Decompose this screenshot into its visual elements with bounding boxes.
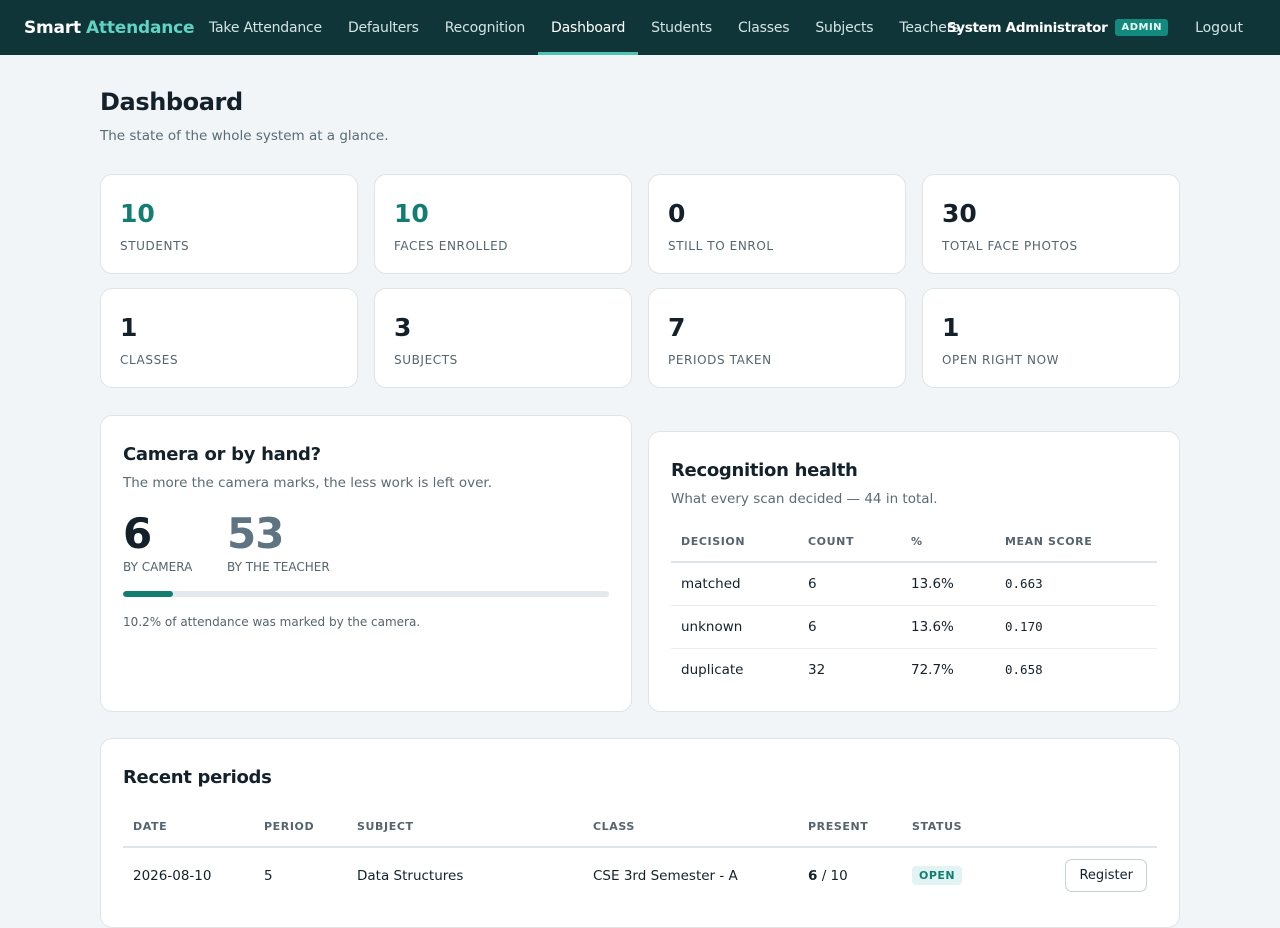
teacher-count: 53 bbox=[227, 509, 284, 558]
nav-dashboard[interactable]: Dashboard bbox=[538, 0, 639, 55]
date-cell: 2026-08-10 bbox=[133, 867, 212, 884]
column-header: CLASS bbox=[583, 807, 798, 848]
action-cell: Register bbox=[1052, 847, 1157, 903]
progress-note: 10.2% of attendance was marked by the ca… bbox=[123, 615, 421, 629]
decision-cell: duplicate bbox=[681, 661, 744, 678]
user-area: System Administrator ADMIN Logout bbox=[947, 0, 1243, 55]
stat-value: 0 bbox=[668, 199, 686, 228]
camera-progress-fill bbox=[123, 591, 173, 597]
stat-label: CLASSES bbox=[120, 353, 179, 367]
nav-subjects[interactable]: Subjects bbox=[802, 0, 886, 55]
nav-defaulters[interactable]: Defaulters bbox=[335, 0, 432, 55]
user-name: System Administrator bbox=[946, 19, 1108, 36]
stat-label: SUBJECTS bbox=[394, 353, 458, 367]
count-cell: 6 bbox=[798, 605, 901, 649]
column-header: DECISION bbox=[671, 522, 798, 563]
stat-card-subjects: 3 SUBJECTS bbox=[374, 288, 632, 388]
stat-label: FACES ENROLLED bbox=[394, 239, 509, 253]
stat-label: STILL TO ENROL bbox=[668, 239, 774, 253]
nav-recognition[interactable]: Recognition bbox=[432, 0, 538, 55]
role-badge: ADMIN bbox=[1115, 19, 1169, 36]
panel-title: Camera or by hand? bbox=[123, 444, 321, 465]
column-header: PERIOD bbox=[254, 807, 347, 848]
table-header-row: DATE PERIOD SUBJECT CLASS PRESENT STATUS bbox=[123, 807, 1157, 848]
table-row: matched 6 13.6% 0.663 bbox=[671, 562, 1157, 606]
stat-label: TOTAL FACE PHOTOS bbox=[942, 239, 1078, 253]
top-navbar: Smart Attendance Take Attendance Default… bbox=[0, 0, 1280, 55]
stat-card-total-face-photos: 30 TOTAL FACE PHOTOS bbox=[922, 174, 1180, 274]
panel-title: Recognition health bbox=[671, 460, 858, 481]
score-cell: 0.170 bbox=[995, 605, 1157, 649]
column-header-action bbox=[1052, 807, 1157, 848]
camera-count: 6 bbox=[123, 509, 152, 558]
count-cell: 6 bbox=[798, 562, 901, 606]
panel-title: Recent periods bbox=[123, 767, 272, 788]
stat-value: 10 bbox=[120, 199, 155, 228]
stat-value: 1 bbox=[942, 313, 960, 342]
column-header: PRESENT bbox=[798, 807, 902, 848]
decision-cell: unknown bbox=[671, 605, 798, 649]
table-row: unknown 6 13.6% 0.170 bbox=[671, 605, 1157, 649]
stat-card-periods-taken: 7 PERIODS TAKEN bbox=[648, 288, 906, 388]
stat-value: 10 bbox=[394, 199, 429, 228]
page-subtitle: The state of the whole system at a glanc… bbox=[100, 128, 389, 144]
column-header: COUNT bbox=[798, 522, 901, 563]
stat-card-classes: 1 CLASSES bbox=[100, 288, 358, 388]
percent-cell: 72.7% bbox=[911, 661, 954, 678]
column-header: STATUS bbox=[902, 807, 1052, 848]
nav-students[interactable]: Students bbox=[638, 0, 725, 55]
brand-name: Smart bbox=[24, 17, 81, 38]
stat-value: 1 bbox=[120, 313, 138, 342]
brand-logo[interactable]: Smart Attendance bbox=[24, 0, 195, 55]
stat-label: OPEN RIGHT NOW bbox=[942, 353, 1060, 367]
camera-vs-hand-panel: Camera or by hand? The more the camera m… bbox=[100, 415, 632, 712]
stat-value: 3 bbox=[394, 313, 412, 342]
stat-label: PERIODS TAKEN bbox=[668, 353, 772, 367]
percent-cell: 13.6% bbox=[901, 562, 995, 606]
stat-card-still-to-enrol: 0 STILL TO ENROL bbox=[648, 174, 906, 274]
subject-cell: Data Structures bbox=[357, 867, 464, 884]
score-cell: 0.663 bbox=[995, 562, 1157, 606]
status-cell: OPEN bbox=[902, 847, 1052, 903]
camera-progress-bar bbox=[123, 591, 609, 597]
logout-link[interactable]: Logout bbox=[1195, 20, 1243, 36]
teacher-label: BY THE TEACHER bbox=[227, 560, 330, 574]
nav-links: Take Attendance Defaulters Recognition D… bbox=[196, 0, 972, 55]
recent-periods-table: DATE PERIOD SUBJECT CLASS PRESENT STATUS… bbox=[123, 807, 1157, 903]
table-row: 2026-08-10 5 Data Structures CSE 3rd Sem… bbox=[123, 847, 1157, 903]
table-header-row: DECISION COUNT % MEAN SCORE bbox=[671, 522, 1157, 563]
column-header: % bbox=[901, 522, 995, 563]
class-cell: CSE 3rd Semester - A bbox=[593, 867, 738, 884]
present-total: / 10 bbox=[821, 867, 848, 884]
period-cell: 5 bbox=[264, 867, 273, 884]
stat-label: STUDENTS bbox=[120, 239, 190, 253]
panel-subtitle: What every scan decided — 44 in total. bbox=[671, 491, 938, 507]
recognition-table: DECISION COUNT % MEAN SCORE matched 6 13… bbox=[671, 522, 1157, 691]
stat-value: 7 bbox=[668, 313, 686, 342]
register-button[interactable]: Register bbox=[1065, 859, 1147, 892]
stat-card-students: 10 STUDENTS bbox=[100, 174, 358, 274]
stat-card-open-right-now: 1 OPEN RIGHT NOW bbox=[922, 288, 1180, 388]
brand-accent: Attendance bbox=[85, 17, 195, 38]
table-row: duplicate 32 72.7% 0.658 bbox=[671, 648, 1157, 691]
panel-subtitle: The more the camera marks, the less work… bbox=[123, 475, 492, 491]
decision-cell: matched bbox=[671, 562, 798, 606]
present-count: 6 bbox=[808, 867, 818, 884]
nav-take-attendance[interactable]: Take Attendance bbox=[196, 0, 335, 55]
column-header: SUBJECT bbox=[347, 807, 583, 848]
status-badge: OPEN bbox=[912, 866, 963, 885]
percent-cell: 13.6% bbox=[901, 605, 995, 649]
present-cell: 6 / 10 bbox=[798, 847, 902, 903]
stat-value: 30 bbox=[942, 199, 977, 228]
stat-card-faces-enrolled: 10 FACES ENROLLED bbox=[374, 174, 632, 274]
column-header: DATE bbox=[123, 807, 254, 848]
count-cell: 32 bbox=[808, 661, 826, 678]
recognition-health-panel: Recognition health What every scan decid… bbox=[648, 431, 1180, 712]
nav-classes[interactable]: Classes bbox=[725, 0, 802, 55]
score-cell: 0.658 bbox=[1005, 662, 1043, 678]
camera-label: BY CAMERA bbox=[123, 560, 193, 574]
page-title: Dashboard bbox=[100, 88, 243, 116]
column-header: MEAN SCORE bbox=[995, 522, 1157, 563]
